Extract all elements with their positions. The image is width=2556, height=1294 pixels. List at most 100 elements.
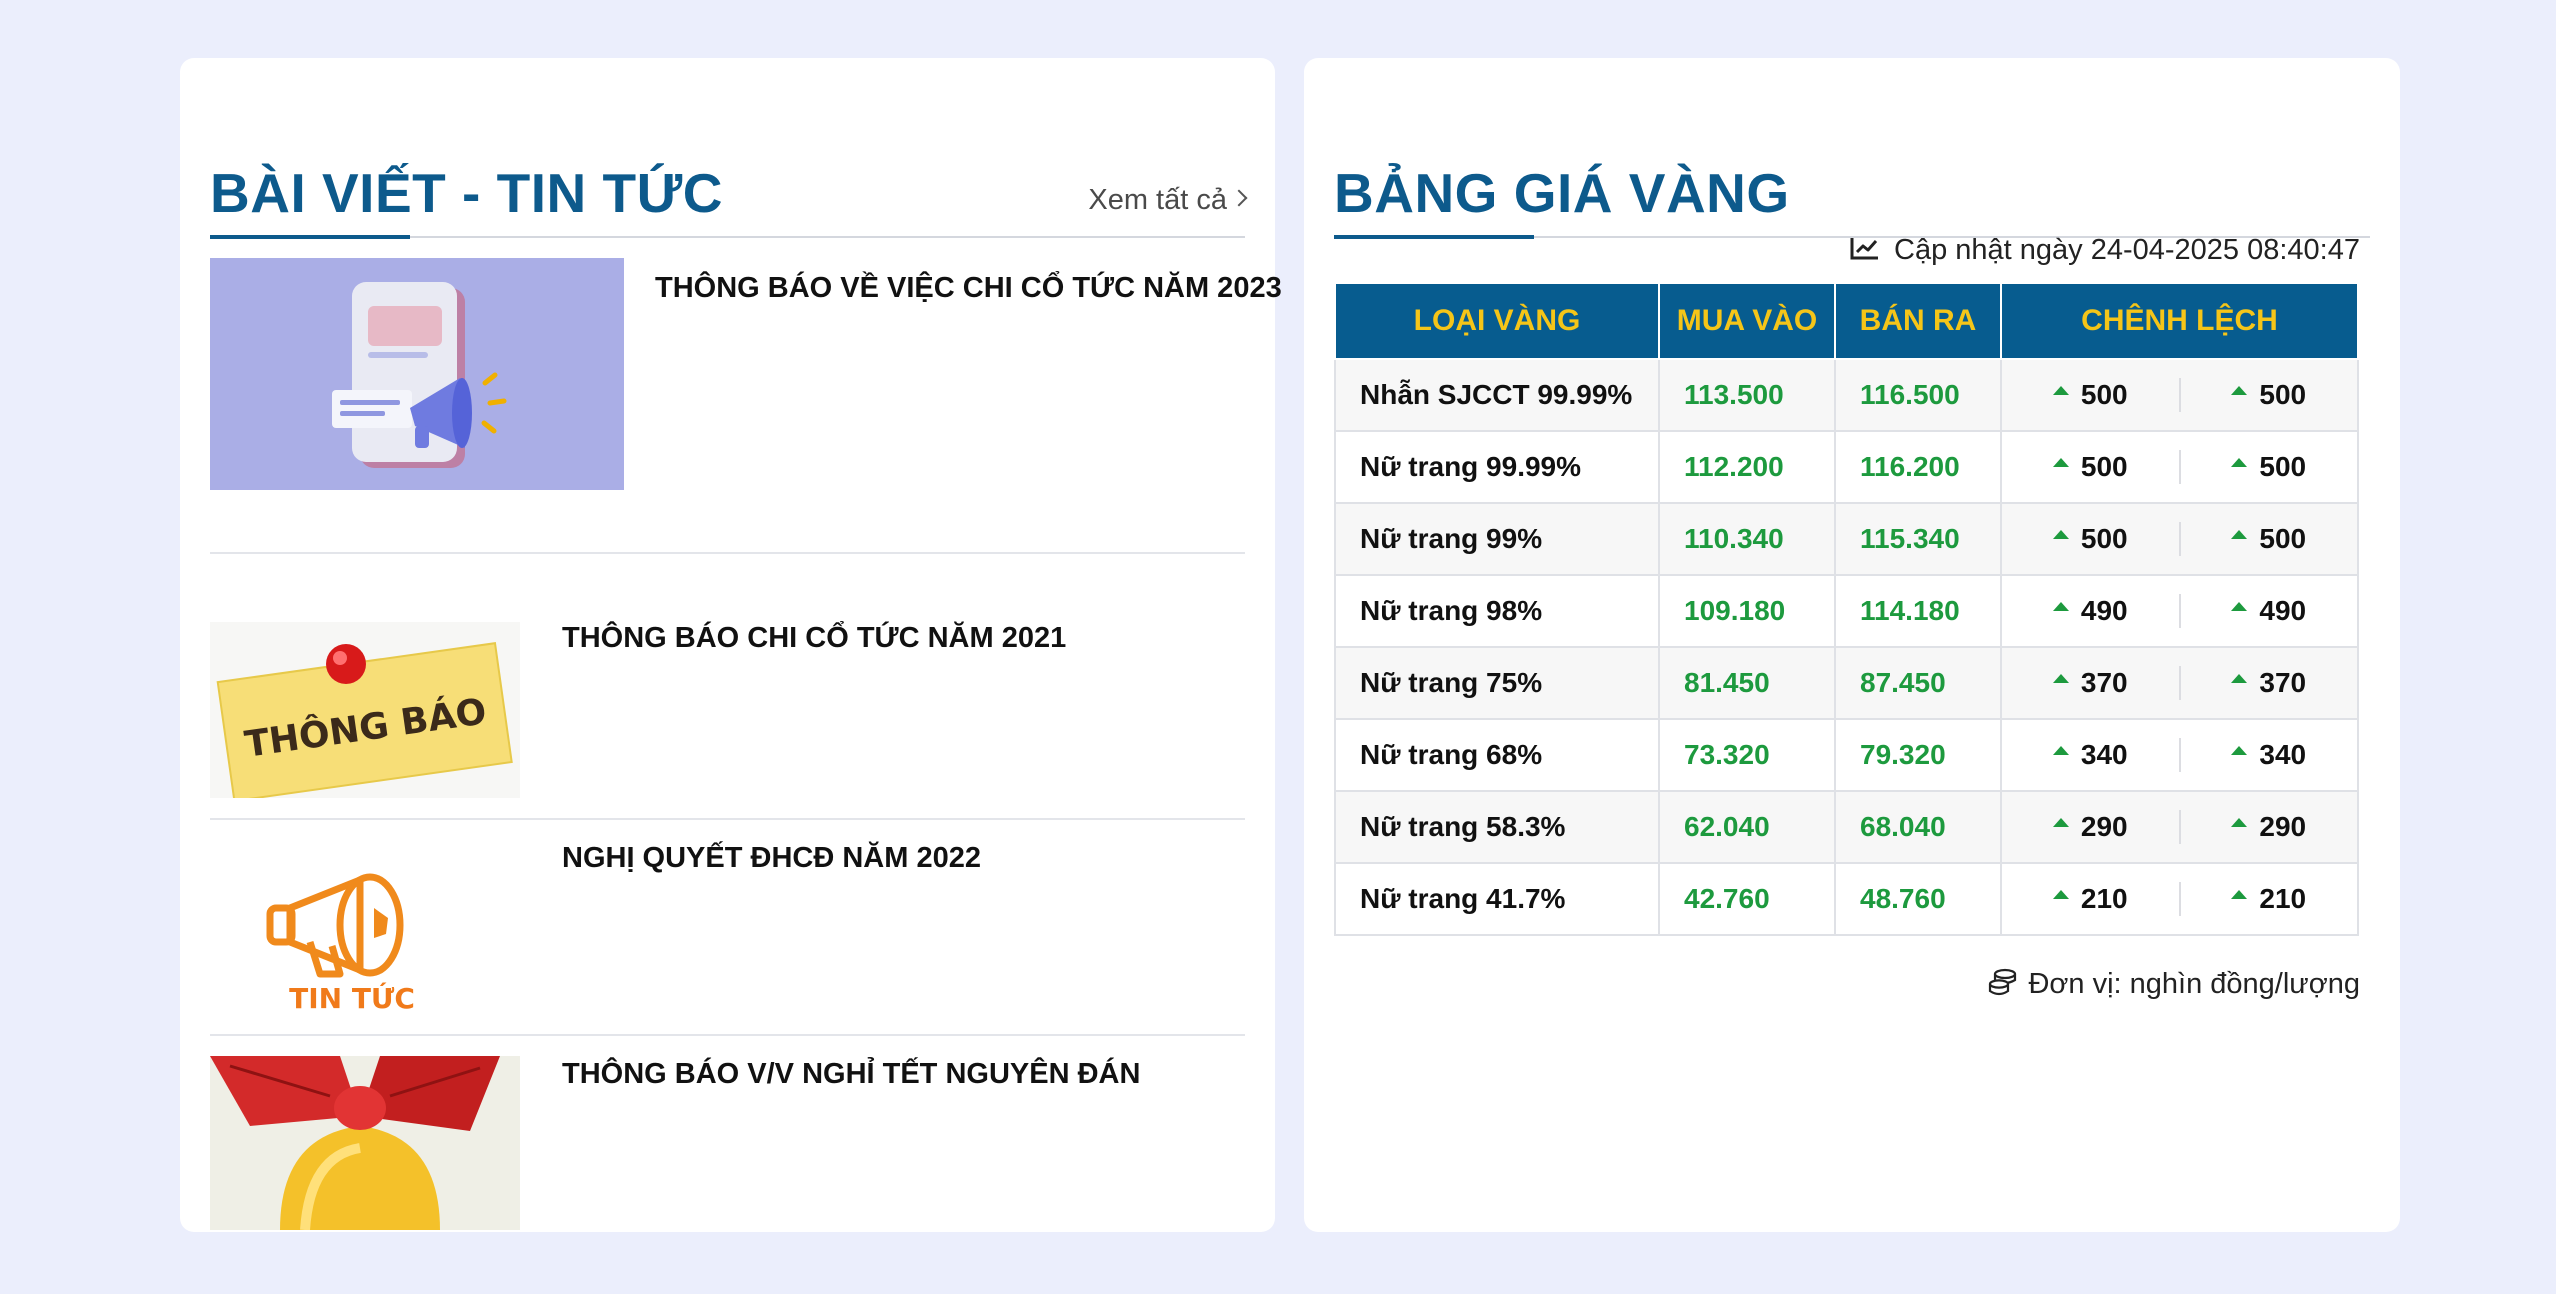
- see-all-label: Xem tất cả: [1088, 184, 1227, 216]
- diff-buy: 370: [2002, 667, 2179, 699]
- diff-sell-value: 210: [2259, 883, 2307, 914]
- chart-line-icon: [1850, 238, 1879, 260]
- column-header-diff: CHÊNH LỆCH: [2000, 282, 2359, 360]
- diff-sell: 500: [2181, 523, 2358, 555]
- up-arrow-icon: [2231, 457, 2248, 467]
- up-arrow-icon: [2052, 601, 2069, 611]
- table-header-row: LOẠI VÀNG MUA VÀO BÁN RA CHÊNH LỆCH: [1334, 282, 2359, 360]
- news-item-title[interactable]: THÔNG BÁO V/V NGHỈ TẾT NGUYÊN ĐÁN: [562, 1058, 1140, 1091]
- column-header-buy: MUA VÀO: [1658, 282, 1836, 360]
- unit-text: Đơn vị: nghìn đồng/lượng: [2028, 968, 2360, 1000]
- news-header: BÀI VIẾT - TIN TỨC Xem tất cả: [210, 108, 1248, 239]
- diff-buy: 290: [2002, 811, 2179, 843]
- gold-price-panel: BẢNG GIÁ VÀNG Cập nhật ngày 24-04-2025 0…: [1304, 58, 2400, 1232]
- gold-type-cell: Nữ trang 68%: [1334, 718, 1660, 792]
- up-arrow-icon: [2052, 673, 2069, 683]
- column-header-type: LOẠI VÀNG: [1334, 282, 1660, 360]
- buy-price-cell: 62.040: [1658, 790, 1836, 864]
- news-thumbnail[interactable]: THÔNG BÁO: [210, 622, 520, 798]
- up-arrow-icon: [2231, 601, 2248, 611]
- diff-sell: 210: [2181, 883, 2358, 915]
- gold-type-cell: Nữ trang 75%: [1334, 646, 1660, 720]
- pinned-notice-icon: THÔNG BÁO: [216, 642, 513, 798]
- diff-sell: 340: [2181, 739, 2358, 771]
- up-arrow-icon: [2052, 385, 2069, 395]
- up-arrow-icon: [2052, 745, 2069, 755]
- sell-price-cell: 48.760: [1834, 862, 2002, 936]
- table-row: Nhẫn SJCCT 99.99% 113.500 116.500 500 500: [1334, 358, 2359, 432]
- diff-sell: 290: [2181, 811, 2358, 843]
- up-arrow-icon: [2231, 889, 2248, 899]
- news-thumbnail[interactable]: [210, 1056, 520, 1230]
- diff-buy: 500: [2002, 523, 2179, 555]
- diff-buy: 210: [2002, 883, 2179, 915]
- up-arrow-icon: [2052, 457, 2069, 467]
- news-item-title[interactable]: THÔNG BÁO CHI CỔ TỨC NĂM 2021: [562, 622, 1066, 655]
- unit-note: Đơn vị: nghìn đồng/lượng: [1988, 968, 2360, 1001]
- buy-price-cell: 42.760: [1658, 862, 1836, 936]
- diff-buy: 500: [2002, 379, 2179, 411]
- diff-sell-value: 340: [2259, 739, 2307, 770]
- diff-buy-value: 340: [2080, 739, 2128, 770]
- megaphone-phone-illustration-icon: [332, 282, 507, 468]
- diff-cell: 340 340: [2000, 718, 2359, 792]
- diff-buy: 490: [2002, 595, 2179, 627]
- table-row: Nữ trang 99.99% 112.200 116.200 500 500: [1334, 430, 2359, 504]
- title-underline: [1334, 235, 1534, 239]
- diff-sell-value: 500: [2259, 523, 2307, 554]
- gold-type-cell: Nữ trang 99.99%: [1334, 430, 1660, 504]
- table-row: Nữ trang 99% 110.340 115.340 500 500: [1334, 502, 2359, 576]
- diff-buy: 340: [2002, 739, 2179, 771]
- buy-price-cell: 73.320: [1658, 718, 1836, 792]
- news-panel: BÀI VIẾT - TIN TỨC Xem tất cả THÔNG BÁO …: [180, 58, 1282, 1232]
- diff-cell: 500 500: [2000, 430, 2359, 504]
- news-item[interactable]: THÔNG BÁO THÔNG BÁO CHI CỔ TỨC NĂM 2021: [210, 554, 1245, 820]
- sell-price-cell: 116.500: [1834, 358, 2002, 432]
- table-row: Nữ trang 58.3% 62.040 68.040 290 290: [1334, 790, 2359, 864]
- update-timestamp: Cập nhật ngày 24-04-2025 08:40:47: [1850, 234, 2360, 267]
- news-item[interactable]: TIN TỨC NGHỊ QUYẾT ĐHCĐ NĂM 2022: [210, 820, 1245, 1036]
- gold-section-title: BẢNG GIÁ VÀNG: [1334, 162, 1790, 224]
- diff-buy-value: 490: [2080, 595, 2128, 626]
- diff-sell: 490: [2181, 595, 2358, 627]
- gold-type-cell: Nữ trang 41.7%: [1334, 862, 1660, 936]
- diff-cell: 490 490: [2000, 574, 2359, 648]
- diff-sell-value: 370: [2259, 667, 2307, 698]
- news-thumbnail[interactable]: [210, 258, 624, 490]
- news-item-title[interactable]: NGHỊ QUYẾT ĐHCĐ NĂM 2022: [562, 842, 981, 875]
- buy-price-cell: 113.500: [1658, 358, 1836, 432]
- news-item-title[interactable]: THÔNG BÁO VỀ VIỆC CHI CỔ TỨC NĂM 2023: [655, 272, 1282, 305]
- diff-sell-value: 500: [2259, 379, 2307, 410]
- diff-cell: 500 500: [2000, 502, 2359, 576]
- diff-sell: 500: [2181, 379, 2358, 411]
- up-arrow-icon: [2052, 529, 2069, 539]
- diff-sell-value: 290: [2259, 811, 2307, 842]
- diff-cell: 500 500: [2000, 358, 2359, 432]
- gold-table-body: Nhẫn SJCCT 99.99% 113.500 116.500 500 500 Nữ …: [1334, 358, 2359, 936]
- table-row: Nữ trang 41.7% 42.760 48.760 210 210: [1334, 862, 2359, 936]
- diff-sell-value: 500: [2259, 451, 2307, 482]
- gold-type-cell: Nữ trang 98%: [1334, 574, 1660, 648]
- diff-buy-value: 500: [2080, 451, 2128, 482]
- news-thumbnail[interactable]: TIN TỨC: [210, 838, 520, 1014]
- buy-price-cell: 112.200: [1658, 430, 1836, 504]
- sell-price-cell: 115.340: [1834, 502, 2002, 576]
- diff-cell: 370 370: [2000, 646, 2359, 720]
- gold-header: BẢNG GIÁ VÀNG: [1334, 108, 2370, 239]
- up-arrow-icon: [2231, 673, 2248, 683]
- up-arrow-icon: [2052, 817, 2069, 827]
- see-all-link[interactable]: Xem tất cả: [1088, 184, 1248, 217]
- buy-price-cell: 81.450: [1658, 646, 1836, 720]
- news-item[interactable]: THÔNG BÁO V/V NGHỈ TẾT NGUYÊN ĐÁN: [210, 1036, 1245, 1236]
- gold-type-cell: Nhẫn SJCCT 99.99%: [1334, 358, 1660, 432]
- diff-buy: 500: [2002, 451, 2179, 483]
- column-header-sell: BÁN RA: [1834, 282, 2002, 360]
- diff-buy-value: 370: [2080, 667, 2128, 698]
- up-arrow-icon: [2231, 385, 2248, 395]
- coins-icon: [1989, 969, 2017, 996]
- diff-cell: 290 290: [2000, 790, 2359, 864]
- news-item[interactable]: THÔNG BÁO VỀ VIỆC CHI CỔ TỨC NĂM 2023: [210, 230, 1282, 554]
- megaphone-icon: TIN TỨC: [266, 873, 415, 1014]
- diff-buy-value: 210: [2080, 883, 2128, 914]
- sell-price-cell: 68.040: [1834, 790, 2002, 864]
